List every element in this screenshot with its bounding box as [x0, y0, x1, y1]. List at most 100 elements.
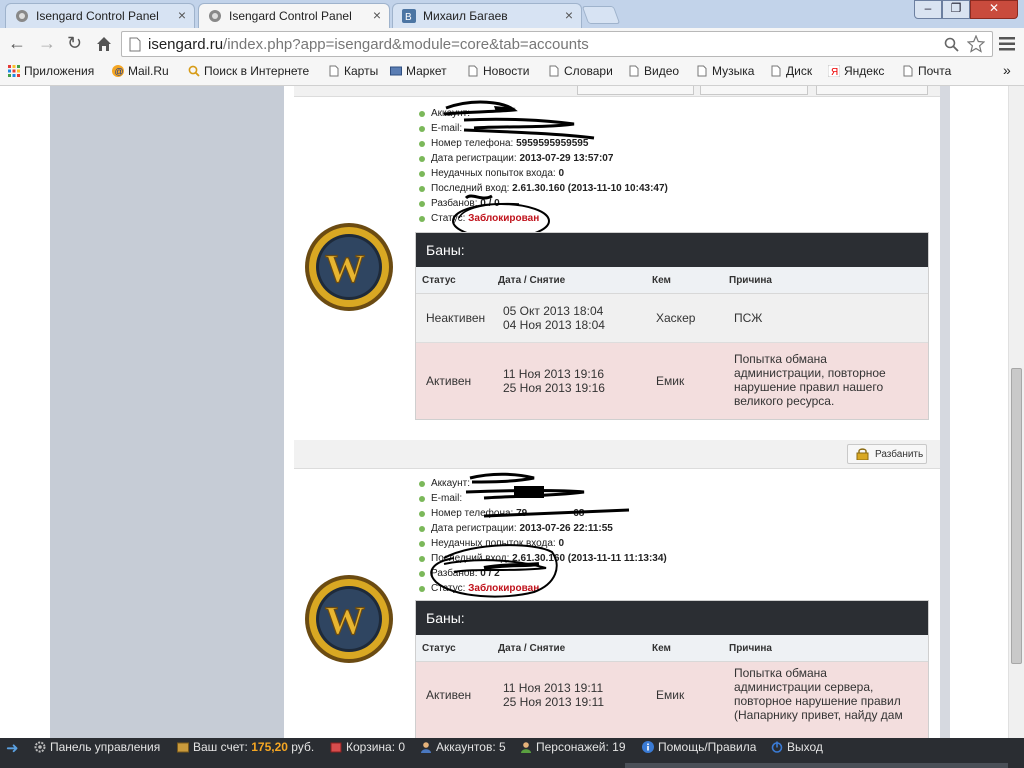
ban-reason-line: нарушение правил нашего	[734, 380, 884, 394]
ban-reason-line: великого ресурса.	[734, 394, 835, 408]
isengard-favicon-icon	[16, 10, 28, 22]
bookmarks-more-icon[interactable]: »	[1003, 62, 1011, 78]
action-button[interactable]	[577, 86, 694, 95]
bookmark-music[interactable]: Музыка	[696, 64, 754, 78]
page-icon	[329, 65, 339, 77]
page-icon	[468, 65, 478, 77]
info-phone: Номер телефона: 5959595959595	[419, 136, 668, 151]
info-unbans: Разбанов: 0 / 0	[419, 196, 668, 211]
bookmark-search[interactable]: Поиск в Интернете	[188, 64, 309, 78]
unban-button[interactable]: Разбанить	[847, 444, 927, 464]
ban-status: Активен	[426, 688, 472, 702]
scrollbar-thumb[interactable]	[1011, 368, 1022, 664]
bookmark-mailru[interactable]: @ Mail.Ru	[112, 64, 169, 78]
tab-isengard-1[interactable]: Isengard Control Panel ×	[5, 3, 195, 28]
info-status: Статус: Заблокирован	[419, 581, 667, 596]
reload-icon[interactable]: ↻	[67, 33, 82, 54]
menu-icon[interactable]	[999, 37, 1015, 51]
wow-logo-avatar: W	[305, 223, 393, 311]
maximize-button[interactable]: ❐	[942, 0, 970, 19]
info-last-login: Последний вход: 2.61.30.160 (2013-11-11 …	[419, 551, 667, 566]
ban-date: 05 Окт 2013 18:04	[503, 304, 604, 318]
tab-close-icon[interactable]: ×	[565, 7, 573, 23]
search-icon[interactable]	[944, 37, 959, 52]
wallet-icon	[177, 742, 189, 753]
url-text: isengard.ru/index.php?app=isengard&modul…	[148, 36, 589, 53]
cart-link[interactable]: Корзина: 0	[330, 740, 405, 754]
info-phone: Номер телефона: 79 68	[419, 506, 667, 521]
table-row: Активен 11 Ноя 2013 19:11 25 Ноя 2013 19…	[416, 662, 928, 738]
col-date: Дата / Снятие	[498, 275, 566, 286]
home-icon[interactable]	[96, 36, 112, 52]
forward-arrow-icon[interactable]: →	[38, 33, 56, 54]
search-icon	[188, 65, 200, 77]
col-date: Дата / Снятие	[498, 643, 566, 654]
bookmark-apps[interactable]: Приложения	[8, 64, 94, 78]
page-icon	[129, 37, 141, 52]
unban-label: Разбанить	[875, 449, 924, 460]
table-row: Активен 11 Ноя 2013 19:16 25 Ноя 2013 19…	[416, 343, 928, 419]
logout-link[interactable]: Выход	[771, 740, 823, 754]
account-info: Аккаунт: E-mail: Номер телефона: 5959595…	[419, 106, 668, 226]
col-reason: Причина	[729, 275, 772, 286]
info-failed-logins: Неудачных попыток входа: 0	[419, 536, 667, 551]
bookmark-dictionaries[interactable]: Словари	[548, 64, 613, 78]
ban-by: Емик	[656, 374, 685, 388]
action-button[interactable]	[816, 86, 928, 95]
accounts-link[interactable]: Аккаунтов: 5	[420, 740, 506, 754]
bookmark-yandex[interactable]: Я Яндекс	[828, 64, 884, 78]
bookmark-star-icon[interactable]	[967, 35, 985, 53]
market-icon	[390, 66, 402, 76]
svg-text:W: W	[325, 246, 365, 291]
bookmark-news[interactable]: Новости	[467, 64, 529, 78]
bookmark-market[interactable]: Маркет	[390, 64, 447, 78]
new-tab-button[interactable]	[581, 6, 621, 24]
svg-text:@: @	[115, 67, 124, 77]
mailru-icon: @	[112, 65, 124, 77]
page-icon	[771, 65, 781, 77]
col-status: Статус	[422, 643, 456, 654]
collapse-arrow-icon[interactable]: ➜	[6, 739, 19, 757]
ban-reason-line: администрации сервера,	[734, 680, 874, 694]
svg-text:B: B	[405, 12, 412, 23]
characters-link[interactable]: Персонажей: 19	[520, 740, 626, 754]
back-arrow-icon[interactable]: ←	[8, 33, 26, 54]
help-rules-link[interactable]: Помощь/Правила	[642, 740, 756, 754]
action-button[interactable]	[700, 86, 808, 95]
info-last-login: Последний вход: 2.61.30.160 (2013-11-10 …	[419, 181, 668, 196]
tab-vk[interactable]: B Михаил Багаев ×	[392, 3, 582, 28]
bookmark-disk[interactable]: Диск	[770, 64, 812, 78]
close-window-button[interactable]: ✕	[970, 0, 1018, 19]
col-reason: Причина	[729, 643, 772, 654]
minimize-button[interactable]: –	[914, 0, 942, 19]
bookmark-maps[interactable]: Карты	[328, 64, 378, 78]
wow-logo-avatar: W	[305, 575, 393, 663]
tab-isengard-2[interactable]: Isengard Control Panel ×	[198, 3, 390, 28]
col-by: Кем	[652, 275, 671, 286]
info-unbans: Разбанов: 0 / 2	[419, 566, 667, 581]
bans-columns: Статус Дата / Снятие Кем Причина	[416, 635, 928, 662]
page-icon	[903, 65, 913, 77]
ban-reason-line: (Напарнику привет, найду дам	[734, 708, 903, 722]
ban-until: 25 Ноя 2013 19:16	[503, 381, 605, 395]
tab-close-icon[interactable]: ×	[373, 7, 381, 23]
info-email: E-mail:	[419, 491, 667, 506]
address-bar[interactable]: isengard.ru/index.php?app=isengard&modul…	[121, 31, 993, 57]
power-icon	[771, 741, 783, 753]
ban-reason: ПСЖ	[734, 311, 763, 325]
ban-by: Хаскер	[656, 311, 696, 325]
ban-until: 04 Ноя 2013 18:04	[503, 318, 605, 332]
page-scrollbar[interactable]	[1008, 86, 1024, 738]
balance[interactable]: Ваш счет: 175,20 руб.	[177, 740, 314, 754]
user-icon	[421, 742, 431, 753]
tab-close-icon[interactable]: ×	[178, 7, 186, 23]
bookmark-mail[interactable]: Почта	[902, 64, 951, 78]
control-panel-link[interactable]: Панель управления	[34, 740, 160, 754]
browser-tab-bar: Isengard Control Panel × Isengard Contro…	[0, 0, 1024, 28]
ban-by: Емик	[656, 688, 685, 702]
info-icon	[642, 741, 654, 753]
info-status: Статус: Заблокирован	[419, 211, 668, 226]
ban-reason-line: Попытка обмана	[734, 666, 827, 680]
bookmark-video[interactable]: Видео	[628, 64, 679, 78]
left-sidebar	[50, 86, 284, 738]
